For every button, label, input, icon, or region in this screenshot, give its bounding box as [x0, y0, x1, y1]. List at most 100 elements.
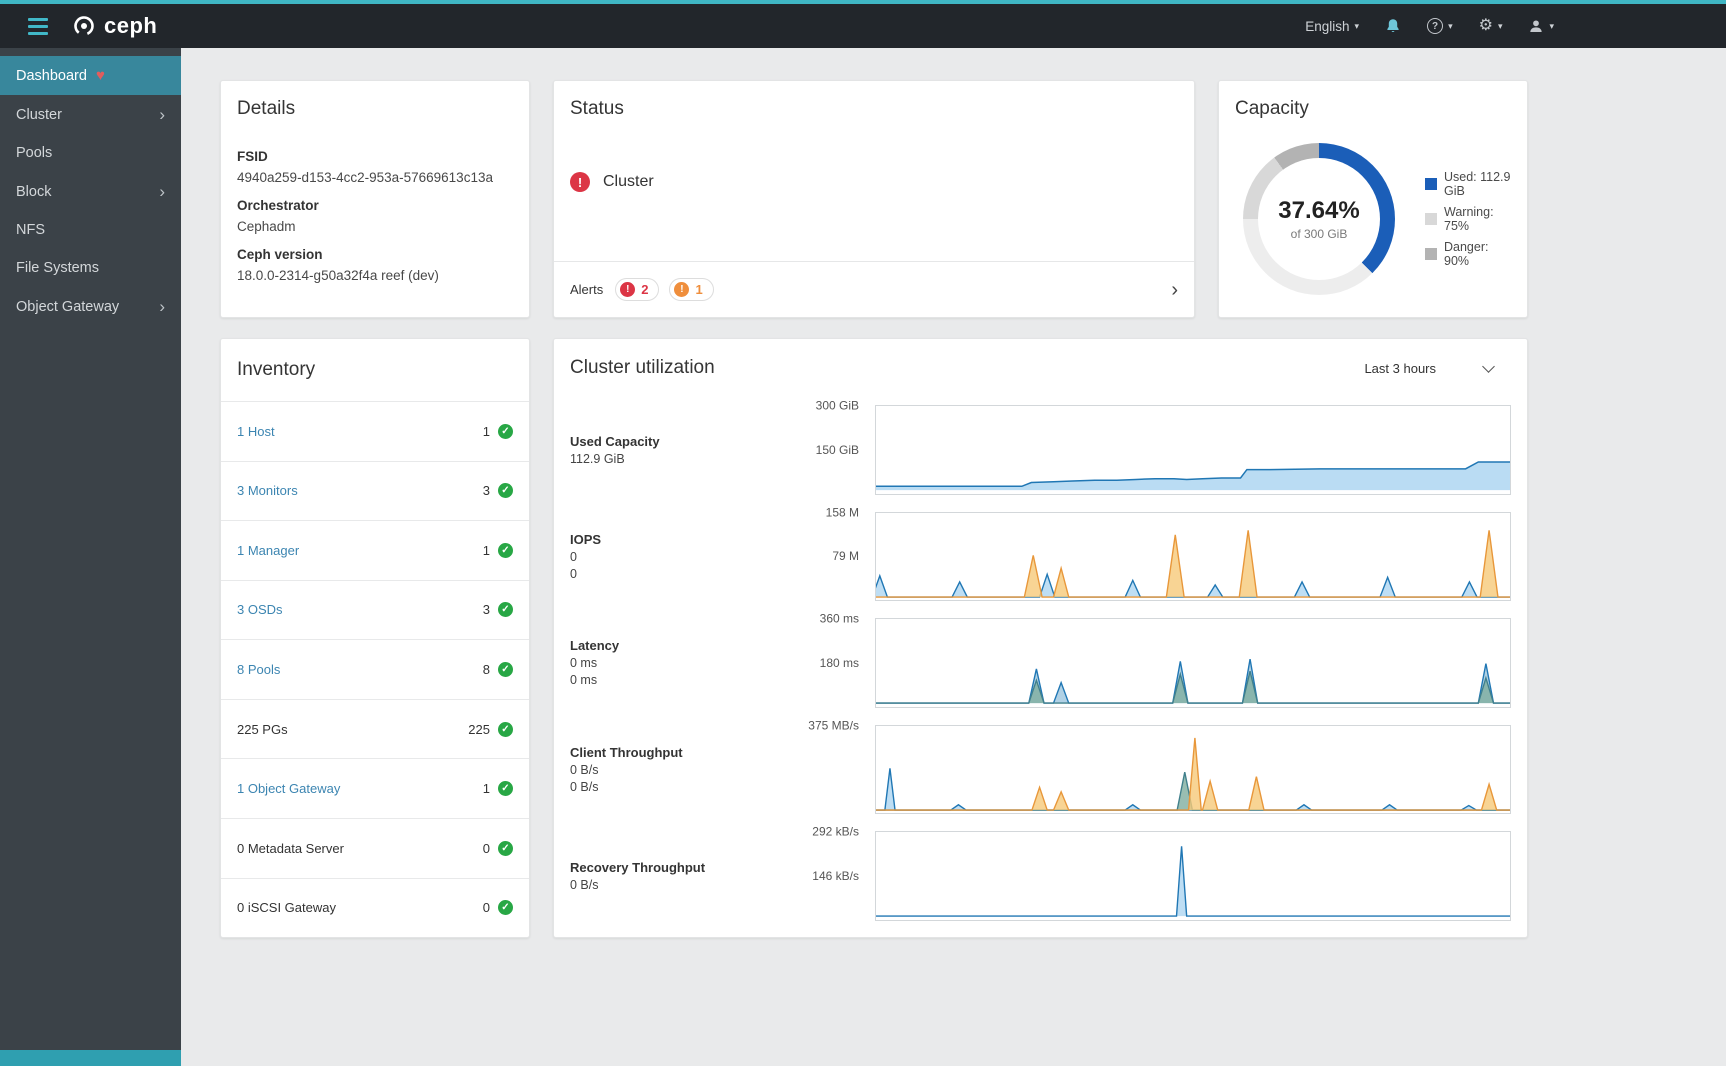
alert-count: 2 [641, 282, 648, 297]
chart-plot [875, 725, 1511, 815]
alert-badge-warning[interactable]: !1 [669, 278, 713, 301]
inventory-item-label: 0 iSCSI Gateway [237, 900, 336, 915]
legend-item: Used: 112.9 GiB [1425, 170, 1511, 198]
cluster-health-row[interactable]: ! Cluster [570, 172, 1178, 192]
inventory-item-link[interactable]: 1 Manager [237, 543, 299, 558]
inventory-count: 0 [483, 841, 490, 856]
detail-field-label: FSID [237, 149, 513, 164]
capacity-legend: Used: 112.9 GiB Warning: 75% Danger: 90% [1425, 170, 1511, 268]
chart-plot [875, 618, 1511, 708]
sidebar-item-file-systems[interactable]: File Systems [0, 249, 181, 287]
language-label: English [1305, 19, 1349, 34]
utilization-row-used-capacity: Used Capacity112.9 GiB300 GiB150 GiB [570, 405, 1511, 495]
chart-plot [875, 512, 1511, 602]
y-axis-mid-label: 79 M [832, 549, 859, 563]
inventory-row-225-pgs: 225 PGs225✓ [221, 699, 529, 759]
chart-meta: Latency0 ms0 ms [570, 618, 710, 708]
sidebar-item-nfs[interactable]: NFS [0, 211, 181, 249]
capacity-body: 37.64% of 300 GiB Used: 112.9 GiBWarning… [1219, 130, 1527, 317]
y-axis-top-label: 300 GiB [816, 399, 859, 413]
details-body: FSID4940a259-d153-4cc2-953a-57669613c13a… [221, 130, 529, 289]
sidebar-nav: Dashboard♥Cluster›PoolsBlock›NFSFile Sys… [0, 48, 181, 1050]
help-dropdown[interactable]: ? ▾ [1427, 18, 1453, 34]
inventory-count: 3 [483, 602, 490, 617]
user-dropdown[interactable]: ▾ [1528, 18, 1554, 34]
language-dropdown[interactable]: English ▾ [1305, 19, 1359, 34]
sidebar-item-cluster[interactable]: Cluster› [0, 95, 181, 134]
alert-count: 1 [695, 282, 702, 297]
sidebar-item-dashboard[interactable]: Dashboard♥ [0, 56, 181, 95]
y-axis-top-label: 158 M [826, 505, 859, 519]
notifications-button[interactable] [1385, 18, 1401, 34]
inventory-item-link[interactable]: 3 OSDs [237, 602, 283, 617]
chart-meta: IOPS00 [570, 512, 710, 602]
chart-value: 0 [570, 550, 710, 564]
sidebar-item-block[interactable]: Block› [0, 172, 181, 211]
chart-value: 0 B/s [570, 878, 710, 892]
inventory-item-link[interactable]: 3 Monitors [237, 483, 298, 498]
inventory-row-1-manager: 1 Manager1✓ [221, 520, 529, 580]
sidebar-item-pools[interactable]: Pools [0, 134, 181, 172]
inventory-row-8-pools: 8 Pools8✓ [221, 639, 529, 699]
legend-swatch [1425, 178, 1437, 190]
settings-dropdown[interactable]: ⚙ ▾ [1479, 18, 1503, 34]
chart-value: 0 ms [570, 673, 710, 687]
sidebar-item-label: Pools [16, 145, 52, 161]
menu-toggle-button[interactable] [24, 14, 52, 39]
time-range-dropdown[interactable]: Last 3 hours [1364, 361, 1511, 376]
chart-meta: Client Throughput0 B/s0 B/s [570, 725, 710, 815]
details-card: Details FSID4940a259-d153-4cc2-953a-5766… [220, 80, 530, 318]
y-axis-mid-label: 180 ms [820, 656, 859, 670]
chart-meta: Used Capacity112.9 GiB [570, 405, 710, 495]
alert-badge-danger[interactable]: !2 [615, 278, 659, 301]
chevron-down-icon [1482, 360, 1495, 373]
inventory-row-1-host: 1 Host1✓ [221, 401, 529, 461]
status-body: ! Cluster [554, 130, 1194, 261]
status-card-title: Status [554, 81, 1194, 130]
chart-value: 0 B/s [570, 763, 710, 777]
inventory-row-3-monitors: 3 Monitors3✓ [221, 461, 529, 521]
chart-title: IOPS [570, 532, 710, 547]
legend-swatch [1425, 248, 1437, 260]
ceph-brand[interactable]: ceph [72, 13, 157, 39]
question-icon: ? [1427, 18, 1443, 34]
y-axis-top-label: 375 MB/s [808, 718, 859, 732]
top-navbar: ceph English ▾ ? ▾ ⚙ ▾ ▾ [0, 4, 1726, 48]
sidebar-item-label: Block [16, 184, 51, 200]
inventory-row-0-metadata-server: 0 Metadata Server0✓ [221, 818, 529, 878]
capacity-percent: 37.64% [1278, 197, 1359, 225]
sidebar-item-label: Object Gateway [16, 299, 119, 315]
inventory-count: 0 [483, 900, 490, 915]
check-circle-icon: ✓ [498, 841, 513, 856]
chart-title: Recovery Throughput [570, 860, 710, 875]
legend-item: Warning: 75% [1425, 205, 1511, 233]
detail-field-value: 18.0.0-2314-g50a32f4a reef (dev) [237, 268, 513, 283]
chart-y-axis: 158 M79 M [710, 512, 875, 602]
chevron-right-icon[interactable]: › [1171, 280, 1178, 300]
chevron-right-icon: › [159, 106, 165, 123]
sidebar-footer-bar [0, 1050, 181, 1066]
legend-label: Used: 112.9 GiB [1444, 170, 1511, 198]
legend-item: Danger: 90% [1425, 240, 1511, 268]
chart-y-axis: 360 ms180 ms [710, 618, 875, 708]
utilization-card-title: Cluster utilization [570, 357, 715, 379]
sidebar-item-label: Dashboard [16, 68, 87, 84]
detail-field-label: Orchestrator [237, 198, 513, 213]
utilization-charts: Used Capacity112.9 GiB300 GiB150 GiB IOPS… [554, 387, 1527, 937]
inventory-item-link[interactable]: 8 Pools [237, 662, 280, 677]
cluster-health-label: Cluster [603, 173, 654, 191]
gear-icon: ⚙ [1479, 18, 1493, 34]
chart-y-axis: 292 kB/s146 kB/s [710, 831, 875, 921]
main-content: Details FSID4940a259-d153-4cc2-953a-5766… [181, 48, 1726, 1066]
legend-swatch [1425, 213, 1437, 225]
utilization-row-recovery-throughput: Recovery Throughput 0 B/s292 kB/s146 kB/s [570, 831, 1511, 921]
inventory-count: 3 [483, 483, 490, 498]
check-circle-icon: ✓ [498, 781, 513, 796]
inventory-item-link[interactable]: 1 Host [237, 424, 275, 439]
utilization-row-iops: IOPS00158 M79 M [570, 512, 1511, 602]
inventory-item-link[interactable]: 1 Object Gateway [237, 781, 340, 796]
caret-down-icon: ▾ [1448, 21, 1453, 32]
sidebar-item-object-gateway[interactable]: Object Gateway› [0, 287, 181, 326]
check-circle-icon: ✓ [498, 424, 513, 439]
y-axis-top-label: 292 kB/s [812, 825, 859, 839]
